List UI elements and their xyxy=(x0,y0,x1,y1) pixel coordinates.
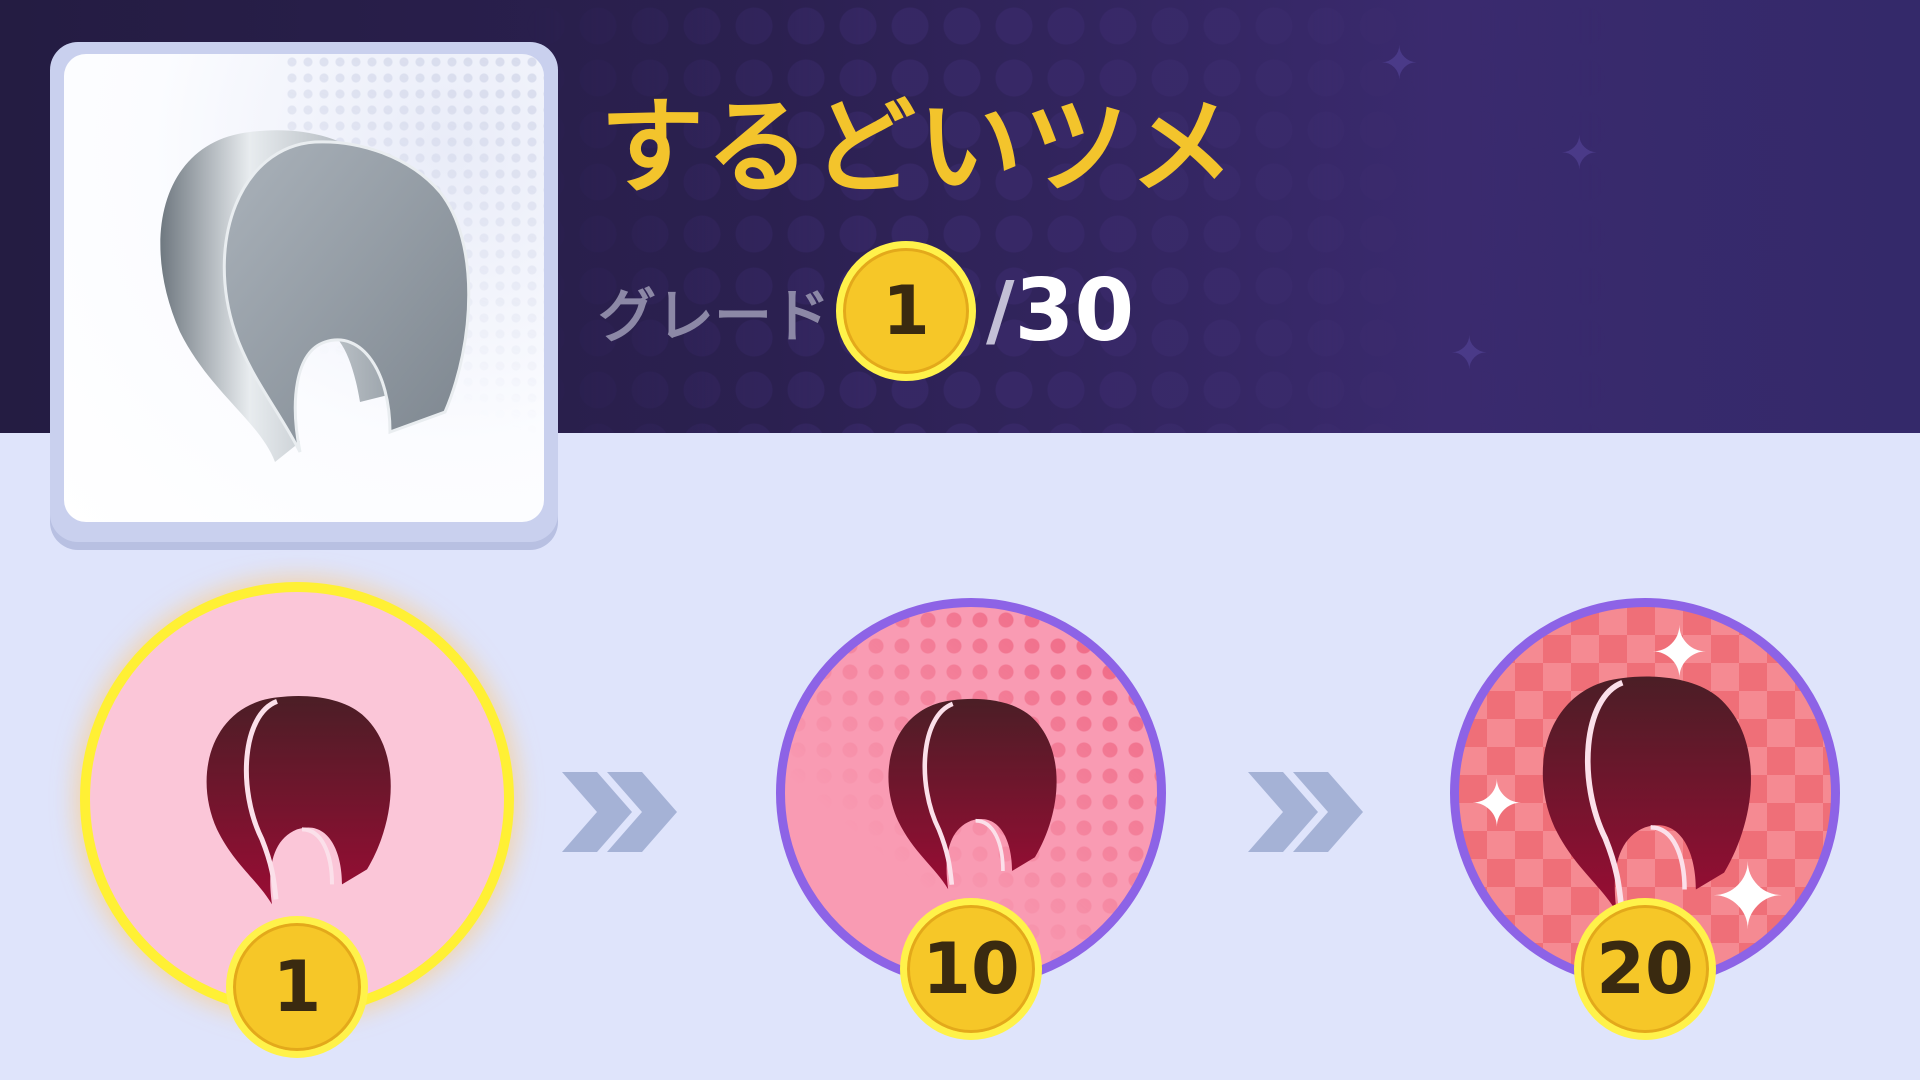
item-name: するどいツメ xyxy=(600,86,1237,208)
stage-level-badge: 20 xyxy=(1574,898,1716,1040)
double-chevron-right-icon xyxy=(1248,772,1363,852)
double-chevron-right-icon xyxy=(562,772,677,852)
current-grade-badge: 1 xyxy=(836,241,977,381)
sparkle-icon: ✦ xyxy=(1380,36,1419,90)
grade-separator: / xyxy=(986,266,1015,356)
upgrade-stage-3[interactable]: ✦ ✦ ✦ 20 xyxy=(1450,598,1840,1040)
sparkle-icon: ✦ xyxy=(1450,326,1489,380)
item-card xyxy=(50,42,558,542)
stage-level-badge: 1 xyxy=(226,916,368,1058)
grade-row: グレード 1 / 30 xyxy=(598,236,1134,386)
max-grade: 30 xyxy=(1014,261,1135,361)
upgrade-stage-2[interactable]: 10 xyxy=(776,598,1166,1040)
sparkle-icon: ✦ xyxy=(1560,126,1599,180)
upgrade-stage-1[interactable]: 1 xyxy=(80,582,514,1058)
grade-label: グレード xyxy=(598,282,831,350)
sharp-claw-icon xyxy=(160,130,471,462)
claw-stage-3-icon xyxy=(1542,676,1751,913)
stage-level-badge: 10 xyxy=(900,898,1042,1040)
item-upgrade-screen: ✦ ✦ ✦ するどいツメ グレード 1 / 30 1 10 ✦ ✦ ✦ 20 xyxy=(0,0,1920,1080)
claw-stage-1-icon xyxy=(206,695,391,905)
claw-stage-2-icon xyxy=(888,698,1057,890)
